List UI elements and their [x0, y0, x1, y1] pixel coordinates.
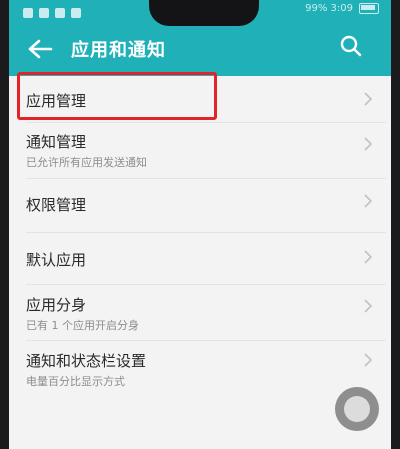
menu-item-label: 默认应用: [26, 251, 87, 269]
chevron-right-icon: [364, 92, 373, 106]
divider: [26, 122, 386, 123]
divider: [26, 232, 386, 233]
back-arrow-icon[interactable]: [27, 38, 53, 60]
search-icon[interactable]: [339, 34, 363, 58]
menu-item-label: 通知管理: [26, 133, 87, 151]
chevron-right-icon: [364, 194, 373, 208]
battery-icon: [359, 3, 379, 14]
chevron-right-icon: [364, 299, 373, 313]
menu-item-default-apps[interactable]: 默认应用: [9, 236, 391, 280]
chevron-right-icon: [364, 250, 373, 264]
page-title: 应用和通知: [71, 40, 166, 61]
divider: [26, 284, 386, 285]
menu-item-notification-status-bar[interactable]: 通知和状态栏设置 电量百分比显示方式: [9, 343, 391, 393]
divider: [26, 178, 386, 179]
status-signal-icon: [23, 8, 33, 18]
menu-item-label: 通知和状态栏设置: [26, 352, 147, 370]
app-bar: 99% 3:09 应用和通知: [9, 0, 391, 76]
menu-item-subtitle: 已允许所有应用发送通知: [26, 156, 147, 169]
menu-item-permission-management[interactable]: 权限管理: [9, 182, 391, 226]
phone-screen: 99% 3:09 应用和通知 应用管理 通知管理 已允许所有应用发送通知 权限管…: [9, 0, 391, 449]
chevron-right-icon: [364, 137, 373, 151]
highlight-box: [17, 72, 217, 120]
assistive-button-inner: [344, 396, 370, 422]
divider: [26, 340, 386, 341]
status-wifi-icon: [39, 8, 49, 18]
floating-assistive-button[interactable]: [335, 387, 379, 431]
chevron-right-icon: [364, 353, 373, 367]
display-notch: [149, 0, 259, 26]
menu-item-notification-management[interactable]: 通知管理 已允许所有应用发送通知: [9, 124, 391, 174]
status-notification-icon: [55, 8, 65, 18]
status-icons-left: [23, 6, 81, 20]
menu-item-app-twin[interactable]: 应用分身 已有 1 个应用开启分身: [9, 288, 391, 338]
menu-item-label: 应用分身: [26, 296, 87, 314]
menu-item-label: 权限管理: [26, 196, 87, 214]
menu-item-subtitle: 已有 1 个应用开启分身: [26, 319, 139, 332]
status-app-icon: [71, 8, 81, 18]
status-text: 99% 3:09: [305, 3, 353, 14]
status-icons-right: 99% 3:09: [305, 3, 379, 14]
menu-item-subtitle: 电量百分比显示方式: [26, 375, 125, 388]
